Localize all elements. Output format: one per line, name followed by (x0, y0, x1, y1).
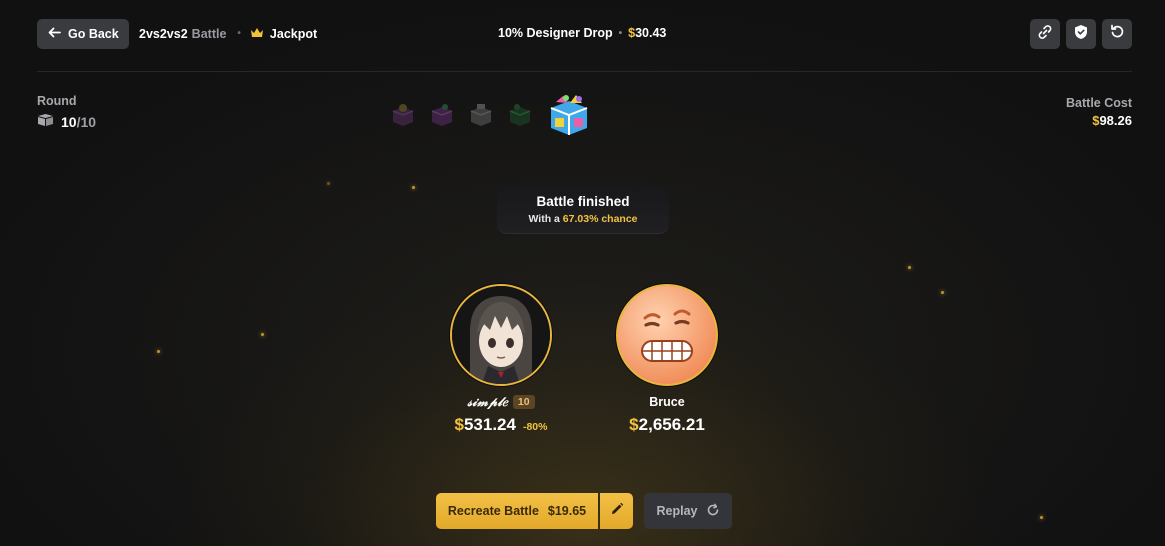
replay-button[interactable]: Replay (644, 493, 732, 529)
separator-dot: • (237, 28, 241, 39)
case-icon (429, 102, 455, 128)
crown-icon (250, 26, 264, 41)
round-current: 10 (61, 113, 77, 130)
player-value: 531.24 (463, 415, 516, 434)
player-value-row: $531.24 -80% (441, 415, 561, 435)
edit-battle-button[interactable] (600, 493, 633, 529)
player-name: Bruce (649, 395, 685, 409)
sparkle (261, 333, 264, 336)
case-strip (390, 92, 592, 138)
battle-title: 10% Designer Drop • $ 30.43 (498, 26, 666, 40)
shield-check-icon (1074, 24, 1088, 45)
sparkle (941, 291, 944, 294)
arrow-left-icon (48, 27, 61, 41)
case-icon (507, 102, 533, 128)
header-divider (37, 71, 1132, 72)
avatar[interactable] (616, 284, 718, 386)
battle-cost-value: $98.26 (1092, 113, 1132, 128)
battle-mode: 2vs2vs2 Battle • Jackpot (139, 26, 317, 41)
mode-main: 2vs2vs2 (139, 26, 188, 41)
player-card: 𝓈𝒾𝓂𝓅𝓁𝑒 10 $531.24 -80% (441, 284, 561, 435)
status-chance: With a 67.03% chance (497, 213, 669, 225)
mode-suffix: Battle (191, 26, 227, 41)
recreate-label: Recreate Battle (447, 504, 539, 518)
refresh-button[interactable] (1102, 19, 1132, 49)
currency-symbol: $ (454, 415, 464, 434)
player-value: 2,656.21 (638, 415, 705, 434)
rotate-icon (1110, 24, 1125, 44)
case-icon (468, 102, 494, 128)
box-icon (37, 113, 54, 130)
battle-cost-amount: 98.26 (1099, 113, 1132, 128)
replay-icon (706, 503, 720, 520)
battle-status-card: Battle finished With a 67.03% chance (497, 186, 669, 234)
background-glow (0, 0, 1165, 546)
round-counter: 10/10 (37, 113, 96, 130)
player-name-row: 𝓈𝒾𝓂𝓅𝓁𝑒 10 (441, 393, 561, 411)
separator-dot: • (618, 27, 623, 39)
round-total: /10 (76, 113, 97, 130)
copy-link-button[interactable] (1030, 19, 1060, 49)
case-icon (390, 102, 416, 128)
player-name-row: Bruce (607, 393, 727, 411)
player-card: Bruce $2,656.21 (607, 284, 727, 435)
jackpot-label: Jackpot (269, 26, 318, 41)
player-change: -80% (522, 421, 548, 433)
sparkle (1040, 516, 1043, 519)
top-bar: Go Back 2vs2vs2 Battle • Jackpot 10% Des… (37, 19, 1132, 49)
sparkle (157, 350, 160, 353)
status-title: Battle finished (536, 194, 630, 209)
currency-symbol: $ (628, 26, 636, 40)
replay-label: Replay (656, 504, 698, 518)
pencil-icon (610, 502, 624, 521)
round-label: Round (37, 94, 77, 108)
battle-cost-label: Battle Cost (1066, 96, 1132, 110)
link-icon (1037, 24, 1053, 45)
sparkle (908, 266, 911, 269)
chance-value: 67.03% chance (562, 213, 638, 225)
player-level-badge: 10 (512, 395, 535, 409)
battle-name: 10% Designer Drop (498, 26, 613, 40)
currency-symbol: $ (629, 415, 639, 434)
current-case-icon (546, 92, 592, 138)
chance-prefix: With a (528, 213, 563, 225)
recreate-battle-button[interactable]: Recreate Battle $19.65 (436, 493, 598, 529)
avatar[interactable] (450, 284, 552, 386)
player-name: 𝓈𝒾𝓂𝓅𝓁𝑒 (467, 394, 508, 409)
sparkle (412, 186, 415, 189)
recreate-price: $19.65 (547, 504, 587, 518)
battle-value: 30.43 (635, 26, 667, 40)
go-back-label: Go Back (68, 27, 119, 41)
go-back-button[interactable]: Go Back (37, 19, 129, 49)
fairness-button[interactable] (1066, 19, 1096, 49)
player-value-row: $2,656.21 (607, 415, 727, 435)
sparkle (327, 182, 330, 185)
